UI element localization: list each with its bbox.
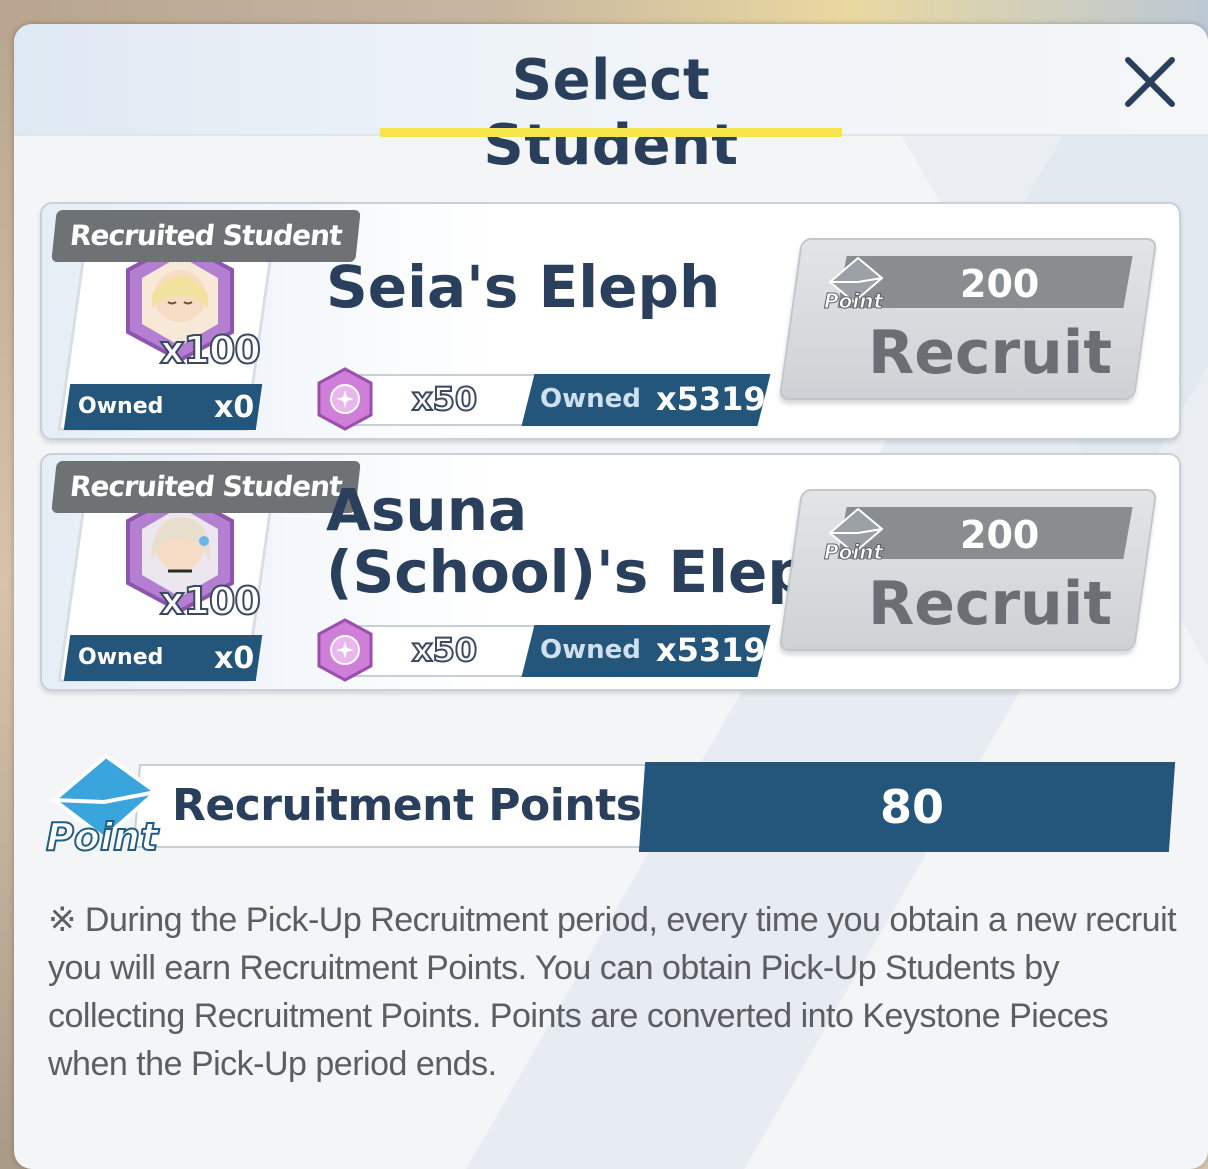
eleph-cost-quantity: x50 [411, 379, 478, 419]
eleph-gem-icon [317, 367, 373, 431]
point-envelope-icon: Point [824, 507, 885, 563]
recruited-student-tag: Recruited Student [51, 210, 361, 262]
close-icon[interactable] [1122, 54, 1178, 110]
recruitment-points-bar: Recruitment Points 80 Point [14, 753, 1208, 860]
dialog-title: Select Student [483, 48, 739, 178]
svg-text:Point: Point [46, 815, 160, 859]
point-envelope-icon: Point [45, 753, 161, 860]
eleph-cost-bar: x50 Owned x5319 [317, 367, 771, 431]
point-envelope-icon: Point [824, 256, 885, 312]
recruitment-points-value: 80 [880, 780, 945, 834]
student-card: x100 Owned x0 Recruited Student Asuna (S… [40, 453, 1181, 691]
recruit-button-label: Recruit [868, 569, 1113, 639]
student-name-line2: (School)'s Eleph [326, 538, 851, 606]
owned-label: Owned [78, 394, 164, 419]
svg-text:Point: Point [824, 289, 884, 312]
eleph-owned-value: x5319 [656, 380, 766, 418]
owned-value: x0 [214, 390, 255, 425]
recruited-student-tag: Recruited Student [51, 461, 361, 513]
student-name: Seia's Eleph [326, 253, 721, 321]
recruit-cost-value: 200 [960, 262, 1040, 306]
student-name-line1: Asuna [326, 476, 528, 544]
eleph-owned-value: x5319 [656, 631, 766, 669]
owned-value: x0 [214, 641, 255, 676]
recruitment-points-label: Recruitment Points [172, 780, 642, 831]
student-card: x100 Owned x0 Recruited Student Seia's E… [40, 202, 1181, 440]
title-underline [380, 128, 842, 137]
recruit-button-label: Recruit [868, 318, 1113, 388]
eleph-gem-icon [317, 618, 373, 682]
recruitment-note: ※ During the Pick-Up Recruitment period,… [48, 901, 1177, 1083]
eleph-cost-quantity: x50 [411, 630, 478, 670]
dialog-header: Select Student [14, 24, 1208, 178]
select-student-dialog: Select Student x100 Owned x0 Recruited S… [14, 24, 1208, 1169]
eleph-owned-label: Owned [540, 635, 641, 665]
eleph-cost-bar: x50 Owned x5319 [317, 618, 771, 682]
portrait-quantity: x100 [159, 578, 262, 624]
student-name: Asuna (School)'s Eleph [326, 479, 850, 603]
recruit-cost-value: 200 [960, 513, 1040, 557]
svg-text:Point: Point [824, 540, 884, 563]
eleph-owned-label: Owned [540, 384, 641, 414]
portrait-quantity: x100 [159, 327, 262, 373]
owned-label: Owned [78, 645, 164, 670]
